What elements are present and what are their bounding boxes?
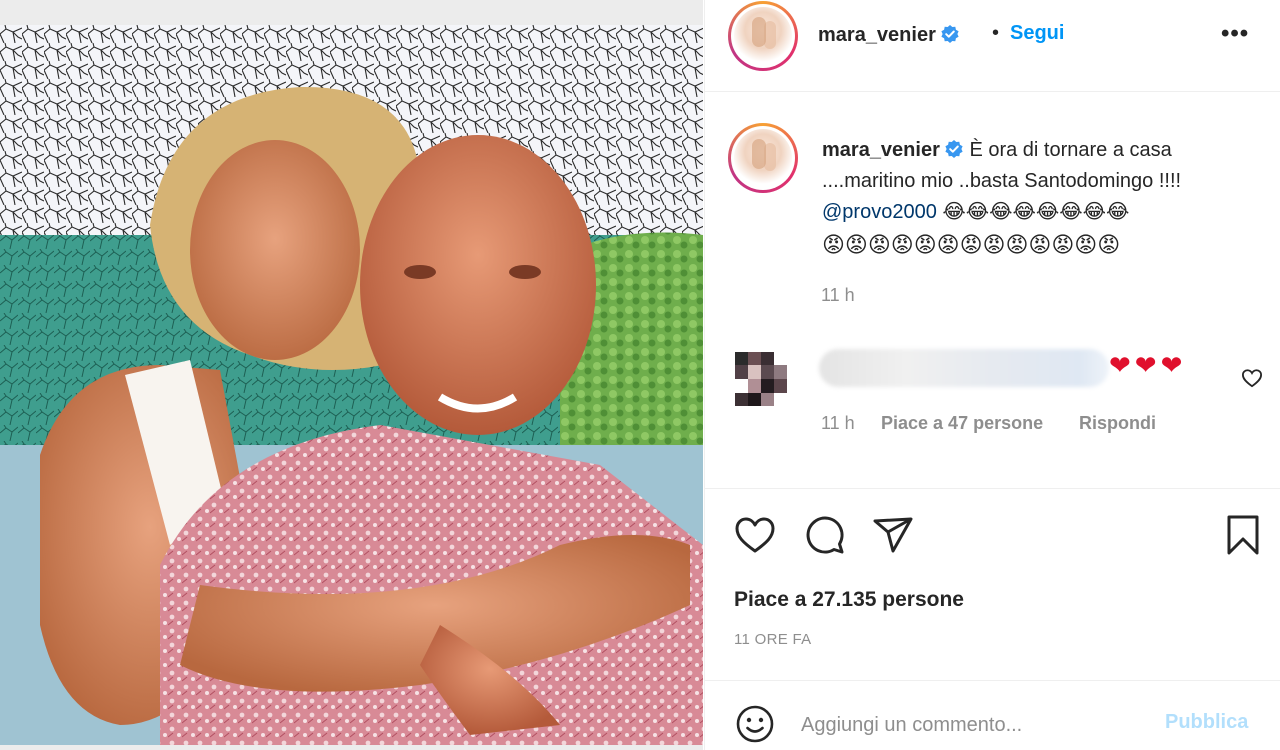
blurred-comment-text xyxy=(819,349,1109,387)
bookmark-icon[interactable] xyxy=(1221,513,1265,557)
separator-dot: • xyxy=(992,22,1000,44)
username-text[interactable]: mara_venier xyxy=(818,24,936,46)
emoji-smiley-icon[interactable] xyxy=(735,704,775,744)
post-sidebar: mara_venier • Segui ••• mara_venier È or… xyxy=(704,0,1280,750)
caption-author-avatar[interactable] xyxy=(728,123,798,193)
post-likes-count[interactable]: Piace a 27.135 persone xyxy=(734,588,964,612)
caption-username[interactable]: mara_venier xyxy=(822,139,940,161)
composer-divider xyxy=(705,680,1280,681)
comment-bubble-icon[interactable] xyxy=(803,513,847,557)
post-image xyxy=(0,25,703,745)
post-photo[interactable] xyxy=(0,0,703,750)
more-options-button[interactable]: ••• xyxy=(1221,20,1249,48)
comment-like-heart-icon[interactable] xyxy=(1241,368,1263,388)
publish-button[interactable]: Pubblica xyxy=(1165,711,1248,734)
comment-hearts: ❤❤❤ xyxy=(1109,350,1187,380)
author-avatar[interactable] xyxy=(728,1,798,71)
add-comment-input[interactable] xyxy=(801,708,1141,742)
post-caption: mara_venier È ora di tornare a casa ....… xyxy=(822,135,1262,261)
caption-text-line1: È ora di tornare a casa xyxy=(969,139,1172,161)
post-timestamp[interactable]: 11 ORE FA xyxy=(734,631,811,648)
verified-badge-icon xyxy=(945,140,963,158)
actions-divider xyxy=(705,488,1280,489)
paper-plane-icon[interactable] xyxy=(871,513,915,557)
comment-likes-count[interactable]: Piace a 47 persone xyxy=(881,413,1043,434)
commenter-avatar[interactable] xyxy=(735,352,787,406)
caption-emoji-laugh: 😂😂😂😂😂😂😂😂 xyxy=(942,201,1130,223)
header-divider xyxy=(705,91,1280,92)
verified-badge-icon xyxy=(941,25,959,43)
caption-text-line2: ....maritino mio ..basta Santodomingo !!… xyxy=(822,170,1182,192)
heart-icon[interactable] xyxy=(733,513,777,557)
caption-mention-link[interactable]: @provo2000 xyxy=(822,201,937,223)
caption-emoji-angry: 😡😡😡😡😡😡😡😡😡😡😡😡😡 xyxy=(822,232,1121,257)
follow-button[interactable]: Segui xyxy=(1010,22,1064,45)
comment-reply-button[interactable]: Rispondi xyxy=(1079,413,1156,434)
caption-timestamp[interactable]: 11 h xyxy=(821,285,855,306)
author-username[interactable]: mara_venier xyxy=(818,24,960,47)
comment-timestamp[interactable]: 11 h xyxy=(821,413,855,434)
